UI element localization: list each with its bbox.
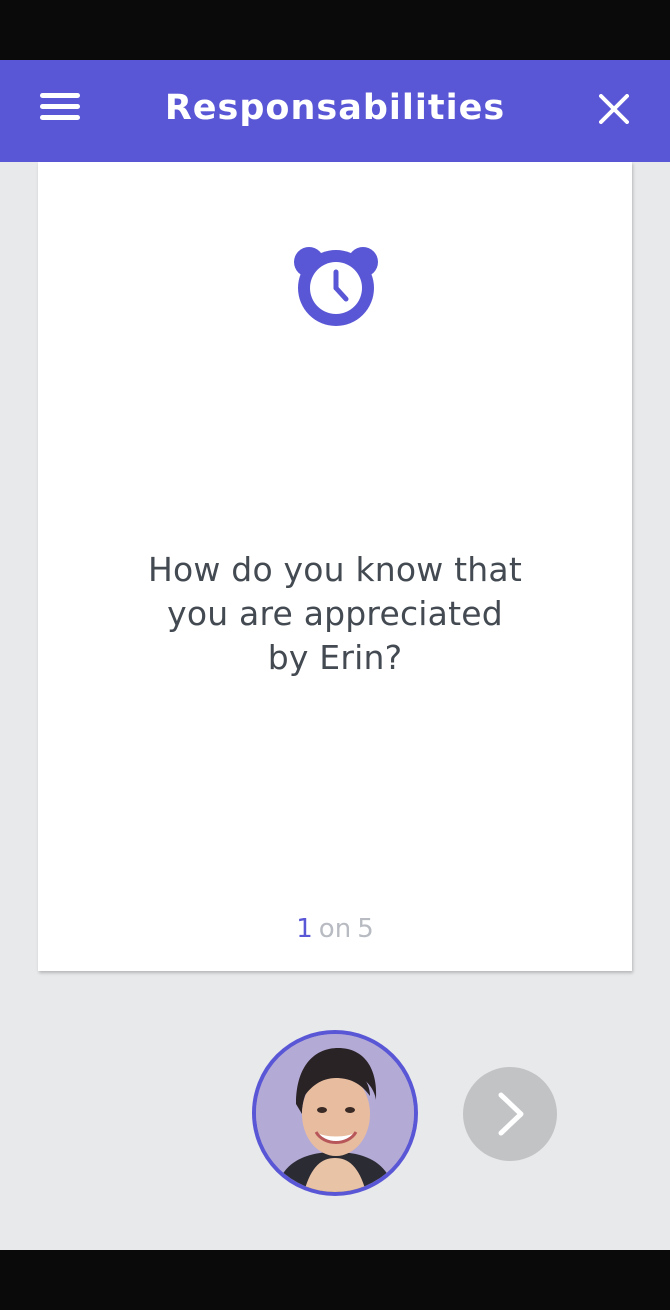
- avatar-portrait: [256, 1034, 414, 1192]
- alarm-clock-icon: [294, 247, 378, 326]
- question-line: by Erin?: [267, 638, 403, 677]
- question-text: How do you know that you are appreciated…: [85, 548, 585, 680]
- question-card: How do you know that you are appreciated…: [38, 162, 632, 971]
- page-title: Responsabilities: [164, 88, 506, 128]
- chevron-right-icon: [498, 1092, 524, 1136]
- pagination-separator: on: [318, 914, 352, 944]
- hamburger-menu-icon: [40, 93, 80, 120]
- close-button[interactable]: [584, 82, 644, 136]
- total-pages: 5: [357, 914, 374, 944]
- close-icon: [599, 94, 629, 124]
- question-line: How do you know that: [148, 550, 522, 589]
- pagination-indicator: 1 on 5: [38, 914, 632, 944]
- navigation-bar: [0, 1250, 670, 1310]
- menu-button[interactable]: [28, 82, 92, 132]
- app-bar: Responsabilities: [0, 60, 670, 162]
- avatar[interactable]: [252, 1030, 418, 1196]
- status-bar: [0, 0, 670, 60]
- current-page: 1: [296, 914, 313, 944]
- next-button[interactable]: [463, 1067, 557, 1161]
- question-line: you are appreciated: [167, 594, 503, 633]
